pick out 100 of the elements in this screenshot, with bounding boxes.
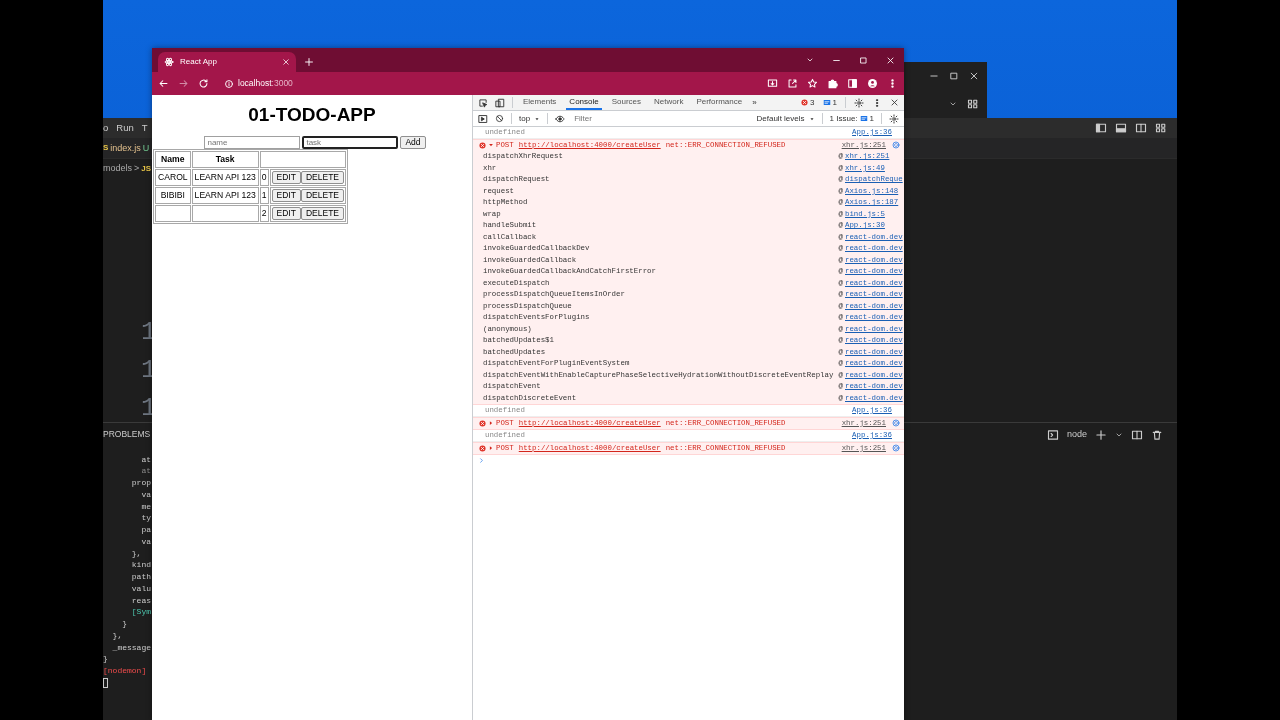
file-tab[interactable]: index.js [110, 141, 141, 156]
file-type-label: S [103, 142, 109, 155]
share-icon[interactable] [787, 78, 798, 89]
star-icon[interactable] [807, 78, 818, 89]
context-dropdown[interactable]: top [519, 112, 541, 125]
back-icon[interactable] [158, 78, 169, 89]
column-header: Name [155, 151, 191, 168]
clear-icon[interactable] [495, 114, 504, 123]
table-cell: LEARN API 123 [191, 168, 259, 186]
input-field[interactable]: task [302, 136, 399, 149]
devtools-tab[interactable]: Network [651, 95, 687, 110]
edit-button[interactable]: EDIT [271, 206, 301, 220]
terminal-line: pa [140, 524, 151, 536]
table-cell: CAROL [155, 168, 191, 186]
network-icon[interactable] [892, 444, 900, 453]
menu-item[interactable]: Run [116, 120, 134, 136]
maximize-icon[interactable] [859, 55, 868, 65]
issues-button[interactable]: 1 Issue: 1 [829, 112, 874, 125]
terminal-line: at [140, 465, 151, 478]
breadcrumb-separator: > [134, 162, 140, 176]
menu-item[interactable]: T [141, 120, 148, 136]
address-bar[interactable]: localhost:3000 [218, 74, 758, 93]
new-terminal-icon[interactable] [1095, 428, 1107, 441]
terminal-line: reas [130, 594, 151, 607]
message-count-badge[interactable]: 1 [822, 96, 837, 109]
delete-button[interactable]: DELETE [300, 188, 344, 202]
settings-icon[interactable] [889, 113, 899, 124]
close-icon[interactable] [886, 55, 895, 65]
terminal-line: prop [130, 477, 151, 489]
terminal-line: va [140, 488, 151, 501]
layout-icon[interactable] [1155, 122, 1167, 135]
devtools-tab[interactable]: Performance [693, 95, 746, 110]
maximize-icon[interactable] [949, 71, 959, 81]
levels-dropdown[interactable]: Default levels [756, 112, 815, 125]
table-cell: 1 [259, 186, 269, 204]
error-count-badge[interactable]: 3 [801, 96, 815, 109]
devtools-tab[interactable]: Sources [608, 95, 645, 110]
terminal-line: path [130, 571, 151, 583]
collapse-arrow-icon[interactable] [488, 142, 494, 149]
page-title: 01-TODO-APP [247, 103, 377, 127]
terminal-line: }, [130, 547, 142, 560]
terminal-line: [Sym [130, 606, 151, 619]
device-icon[interactable] [495, 97, 505, 108]
table-cell: BIBIBI [155, 186, 191, 204]
file-type-label: JS [141, 163, 152, 176]
devtools-tab[interactable]: Elements [520, 95, 560, 110]
delete-button[interactable]: DELETE [300, 206, 344, 220]
menu-item[interactable]: o [103, 120, 109, 136]
add-button[interactable]: Add [400, 136, 426, 149]
chevron-down-icon[interactable] [806, 56, 814, 64]
table-cell: 2 [259, 204, 269, 222]
layout-icon[interactable] [967, 98, 979, 110]
edit-button[interactable]: EDIT [271, 170, 301, 184]
terminal-line: [nodemon] [103, 665, 147, 677]
settings-icon[interactable] [854, 97, 864, 108]
error-icon [479, 444, 486, 452]
network-icon[interactable] [892, 141, 900, 150]
terminal-name[interactable]: node [1066, 427, 1087, 442]
input-field[interactable]: name [204, 136, 301, 149]
panel-tab[interactable]: PROBLEMS [103, 428, 151, 442]
network-icon[interactable] [892, 419, 900, 428]
error-icon [479, 419, 486, 427]
terminal-line: } [103, 653, 108, 666]
terminal-line: valu [130, 582, 151, 595]
terminal-line: } [121, 618, 127, 630]
caret-icon [808, 115, 815, 122]
chevron-down-icon[interactable] [949, 100, 957, 108]
install-icon[interactable] [767, 78, 778, 89]
reload-icon[interactable] [198, 78, 209, 89]
expand-arrow-icon[interactable] [488, 420, 494, 427]
new-tab-icon[interactable] [304, 57, 314, 67]
terminal-line: va [140, 535, 151, 548]
file-status: U [142, 141, 150, 155]
table-cell: LEARN API 123 [191, 186, 259, 204]
split-terminal-icon[interactable] [1131, 428, 1143, 441]
inspect-icon[interactable] [478, 97, 488, 108]
info-icon [224, 78, 234, 89]
table-cell: 0 [259, 168, 269, 186]
terminal-line: kind [130, 559, 151, 572]
more-tabs-button[interactable]: » [752, 96, 757, 109]
terminal-line: }, [111, 629, 123, 642]
close-icon[interactable] [890, 98, 899, 107]
breadcrumb-item[interactable]: models [103, 162, 132, 176]
delete-button[interactable]: DELETE [300, 170, 344, 184]
split-editor-icon[interactable] [1135, 122, 1147, 135]
profile-icon[interactable] [867, 78, 878, 89]
filter-field[interactable]: Filter [572, 112, 750, 125]
trash-icon[interactable] [1151, 428, 1163, 441]
terminal-line: ty [140, 512, 151, 525]
forward-icon[interactable] [178, 78, 189, 89]
caret-icon [534, 115, 541, 122]
error-icon [479, 141, 486, 149]
eye-icon[interactable] [555, 113, 566, 124]
terminal-line: me [140, 500, 151, 513]
sidebar-toggle-icon[interactable] [1095, 122, 1107, 135]
panel-toggle-icon[interactable] [1115, 122, 1127, 135]
browser-tab[interactable]: React App [158, 52, 296, 72]
edit-button[interactable]: EDIT [271, 188, 301, 202]
column-header: Task [191, 151, 259, 168]
expand-arrow-icon[interactable] [488, 445, 494, 452]
